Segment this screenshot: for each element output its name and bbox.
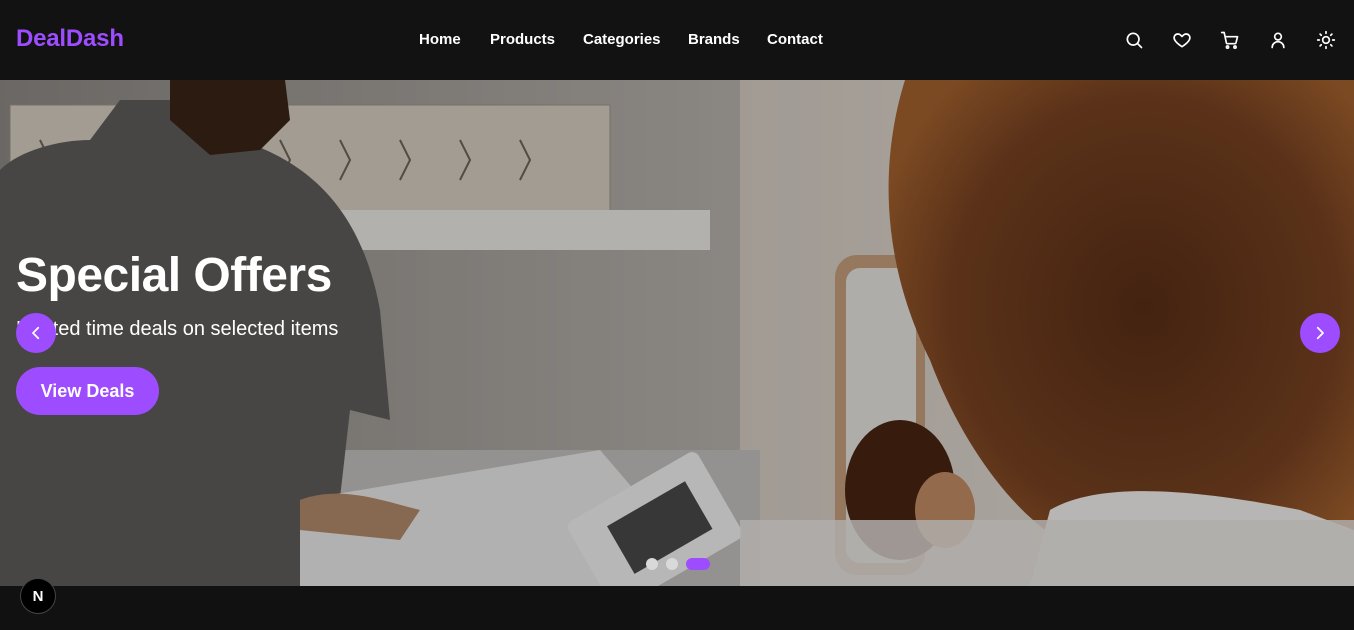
- carousel-indicators: [646, 558, 710, 570]
- nav-link-products[interactable]: Products: [490, 31, 555, 48]
- page-bottom: [0, 586, 1354, 630]
- carousel-dot-2[interactable]: [666, 558, 678, 570]
- carousel-next-button[interactable]: [1300, 313, 1340, 353]
- hero-carousel: Special Offers Limited time deals on sel…: [0, 80, 1354, 586]
- chevron-right-icon: [1316, 326, 1324, 340]
- nav-link-home[interactable]: Home: [419, 31, 461, 48]
- chevron-left-icon: [32, 326, 40, 340]
- carousel-prev-button[interactable]: [16, 313, 56, 353]
- search-icon[interactable]: [1124, 30, 1144, 50]
- dev-tools-badge[interactable]: N: [20, 578, 56, 614]
- nav-link-brands[interactable]: Brands: [688, 31, 740, 48]
- nav-link-contact[interactable]: Contact: [767, 31, 823, 48]
- heart-icon[interactable]: [1172, 30, 1192, 50]
- header-actions: [1124, 30, 1336, 50]
- user-icon[interactable]: [1268, 30, 1288, 50]
- sun-icon[interactable]: [1316, 30, 1336, 50]
- nav-link-categories[interactable]: Categories: [583, 31, 661, 48]
- view-deals-button[interactable]: View Deals: [16, 367, 159, 415]
- carousel-dot-1[interactable]: [646, 558, 658, 570]
- carousel-dot-3[interactable]: [686, 558, 710, 570]
- hero-subtitle: Limited time deals on selected items: [16, 318, 339, 340]
- cart-icon[interactable]: [1220, 30, 1240, 50]
- hero-title: Special Offers: [16, 249, 332, 302]
- site-header: DealDash Home Products Categories Brands…: [0, 0, 1354, 80]
